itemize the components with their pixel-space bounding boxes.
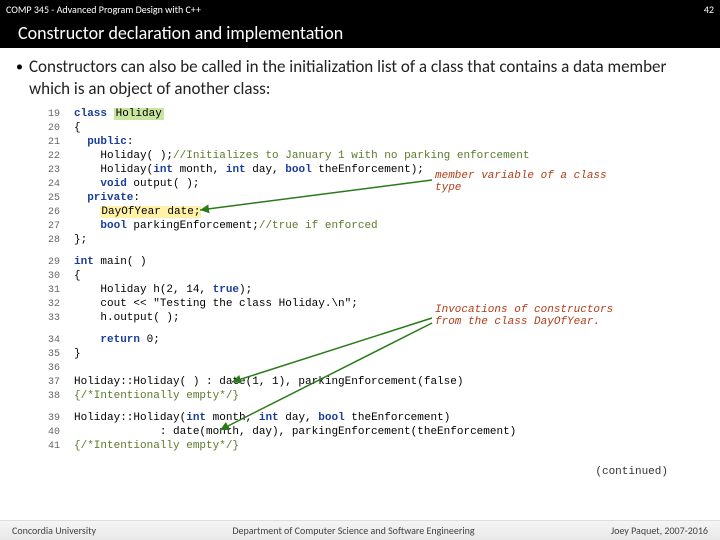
class-name: Holiday — [114, 108, 164, 120]
code-block: 19class Holiday 20{ 21 public: 22 Holida… — [40, 108, 680, 478]
footer-right: Joey Paquet, 2007-2016 — [611, 524, 708, 537]
footer-left: Concordia University — [12, 524, 96, 537]
bullet-text: Constructors can also be called in the i… — [29, 56, 704, 100]
course-label: COMP 345 - Advanced Program Design with … — [6, 3, 201, 16]
member-var-date: DayOfYear date; — [100, 206, 201, 218]
bullet-item: • Constructors can also be called in the… — [16, 56, 704, 100]
continued-label: (continued) — [595, 466, 668, 478]
footer-center: Department of Computer Science and Softw… — [232, 524, 474, 537]
slide-title: Constructor declaration and implementati… — [18, 22, 343, 44]
kw-class: class — [74, 108, 114, 120]
slide-number: 42 — [704, 3, 714, 16]
content-area: • Constructors can also be called in the… — [0, 48, 720, 100]
footer: Concordia University Department of Compu… — [0, 520, 720, 540]
title-bar: Constructor declaration and implementati… — [0, 18, 720, 48]
annotation-member-var: member variable of a class type — [435, 170, 615, 194]
bullet-dot: • — [16, 56, 23, 100]
annotation-constructor-call: Invocations of constructors from the cla… — [435, 304, 615, 328]
top-bar: COMP 345 - Advanced Program Design with … — [0, 0, 720, 18]
